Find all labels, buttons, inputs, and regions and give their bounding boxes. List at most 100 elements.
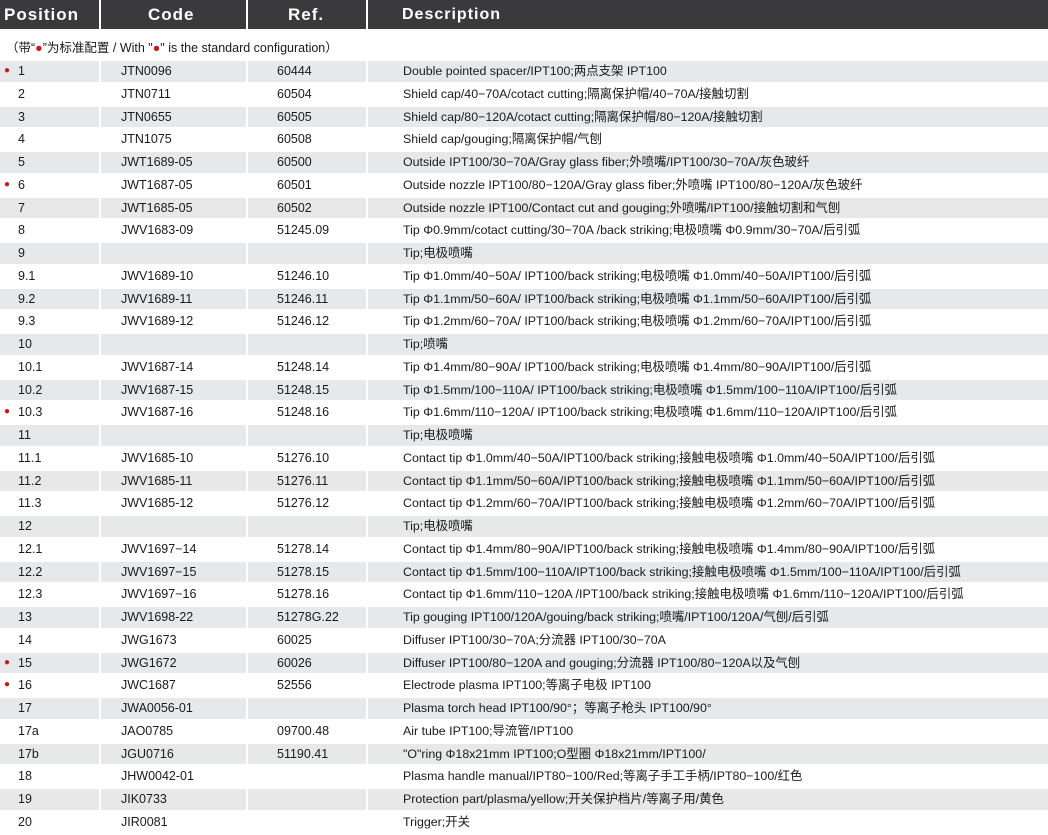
position-number: 9.1 [18,268,36,283]
position-number: 6 [18,177,25,192]
cell-code: JWV1687-15 [101,379,246,401]
cell-position: 19 [0,789,99,810]
cell-description: Tip Φ1.5mm/100−110A/ IPT100/back strikin… [368,379,1048,401]
cell-description: Outside nozzle IPT100/Contact cut and go… [368,197,1048,219]
cell-ref: 60500 [248,152,366,173]
position-number: 16 [18,678,32,693]
cell-description: Tip Φ1.2mm/60−70A/ IPT100/back striking;… [403,314,872,329]
cell-ref [248,425,366,446]
cell-code: JWV1683-09 [121,223,194,238]
cell-position: 4 [0,129,99,150]
position-number: 11.3 [18,496,42,511]
cell-position: 9 [0,243,99,264]
table-row: 17 JWA0056-01 Plasma torch head IPT100/90°… [0,698,1048,721]
cell-position: 9.2 [0,288,99,310]
standard-dot-icon: ● [4,406,11,418]
table-header: Position Code Ref. Description [0,0,1048,29]
cell-ref: 60444 [248,61,366,82]
cell-code: JTN0096 [101,61,246,82]
position-number: 19 [18,792,32,806]
cell-description: Shield cap/80−120A/cotact cutting;隔离保护帽/… [368,106,1048,128]
cell-position: 14 [0,630,99,651]
table-row: 11.1 JWV1685-10 51276.10 Contact tip Φ1.0mm… [0,448,1048,471]
position-number: 10.1 [18,359,43,374]
cell-position: 2 [0,84,99,105]
position-number: 1 [18,64,25,78]
cell-ref: 51245.09 [277,223,330,238]
cell-description: Contact tip Φ1.4mm/80−90A/IPT100/back st… [403,541,936,556]
cell-code: JTN0655 [101,106,246,128]
table-row: ● 1 JTN0096 60444 Double pointed spacer/IPT1… [0,61,1048,84]
cell-description: Tip gouging IPT100/120A/gouing/back stri… [368,607,1048,628]
cell-position: 13 [0,607,99,628]
cell-ref [248,243,366,264]
cell-ref: 51278.16 [277,587,330,602]
cell-code [101,425,246,446]
position-number: 11 [18,428,31,442]
cell-description: Tip Φ1.6mm/110−120A/ IPT100/back strikin… [403,405,898,420]
table-row: ● 10.3 JWV1687-16 51248.16 Tip Φ1.6mm/110−12… [0,402,1048,425]
cell-position: 3 [0,106,99,128]
cell-description: Outside nozzle IPT100/80−120A/Gray glass… [403,177,863,192]
cell-code: JWV1697−14 [121,541,197,556]
cell-description: Tip Φ1.4mm/80−90A/ IPT100/back striking;… [403,359,872,374]
position-number: 18 [18,769,32,784]
table-row: 17b JGU0716 51190.41 "O"ring Φ18x21mm IPT10… [0,743,1048,767]
position-number: 8 [18,223,25,238]
position-number: 17b [18,746,39,761]
cell-position: 12.3 [0,584,99,605]
cell-position: 10.1 [0,357,99,378]
table-row: ● 16 JWC1687 52556 Electrode plasma IPT100;等… [0,675,1048,698]
cell-code [101,516,246,537]
table-row: 5 JWT1689-05 60500 Outside IPT100/30−70A/Gr… [0,152,1048,175]
position-number: 12.1 [18,541,43,556]
table-row: ● 15 JWG1672 60026 Diffuser IPT100/80−120A a… [0,652,1048,676]
cell-position: ● 16 [0,675,99,696]
cell-ref: 51278.15 [248,561,366,583]
cell-position: 8 [0,220,99,241]
cell-description: Plasma torch head IPT100/90°；等离子枪头 IPT10… [368,698,1048,719]
cell-ref: 60505 [248,106,366,128]
cell-ref: 60502 [248,197,366,219]
cell-ref: 60026 [248,652,366,674]
cell-ref: 51276.11 [248,470,366,492]
standard-dot-icon: ● [35,41,43,55]
position-number: 9.3 [18,314,36,329]
cell-ref: 09700.48 [277,723,330,738]
cell-ref: 51248.15 [248,379,366,401]
table-row: 10.2 JWV1687-15 51248.15 Tip Φ1.5mm/100−110… [0,379,1048,403]
table-row: 7 JWT1685-05 60502 Outside nozzle IPT100/Co… [0,197,1048,221]
cell-ref [248,516,366,537]
table-row: 9 Tip;电极喷嘴 [0,243,1048,266]
cell-ref: 51246.11 [248,288,366,310]
cell-ref: 51248.14 [277,359,330,374]
table-row: ● 6 JWT1687-05 60501 Outside nozzle IPT100/8… [0,175,1048,198]
cell-code: JWT1687-05 [121,177,193,192]
cell-ref: 52556 [277,678,312,693]
table-row: 12 Tip;电极喷嘴 [0,516,1048,539]
table-row: 11.3 JWV1685-12 51276.12 Contact tip Φ1.2mm… [0,493,1048,516]
position-number: 13 [18,610,32,624]
cell-position: 20 [0,812,99,833]
cell-position: ● 1 [0,61,99,82]
cell-description: Double pointed spacer/IPT100;两点支架 IPT100 [368,61,1048,82]
cell-ref [248,698,366,719]
cell-code: JHW0042-01 [121,769,194,784]
cell-description: Tip Φ1.1mm/50−60A/ IPT100/back striking;… [368,288,1048,310]
cell-position: 11.3 [0,493,99,514]
table-row: 18 JHW0042-01 Plasma handle manual/IPT80−1… [0,766,1048,789]
cell-code: JWC1687 [121,678,176,693]
position-number: 10.3 [18,405,43,420]
position-number: 2 [18,86,25,101]
cell-code: JWV1697−16 [121,587,197,602]
position-number: 10.2 [18,382,43,397]
table-row: 8 JWV1683-09 51245.09 Tip Φ0.9mm/cotact cut… [0,220,1048,243]
cell-code: JWT1685-05 [101,197,246,219]
position-number: 4 [18,132,25,147]
cell-code: JGU0716 [101,743,246,765]
cell-code: JWV1685-12 [121,496,194,511]
cell-ref: 51246.10 [277,268,330,283]
cell-position: 11.2 [0,470,99,492]
cell-description: Protection part/plasma/yellow;开关保护档片/等离子… [368,789,1048,810]
cell-description: Contact tip Φ1.6mm/110−120A /IPT100/back… [403,587,964,602]
